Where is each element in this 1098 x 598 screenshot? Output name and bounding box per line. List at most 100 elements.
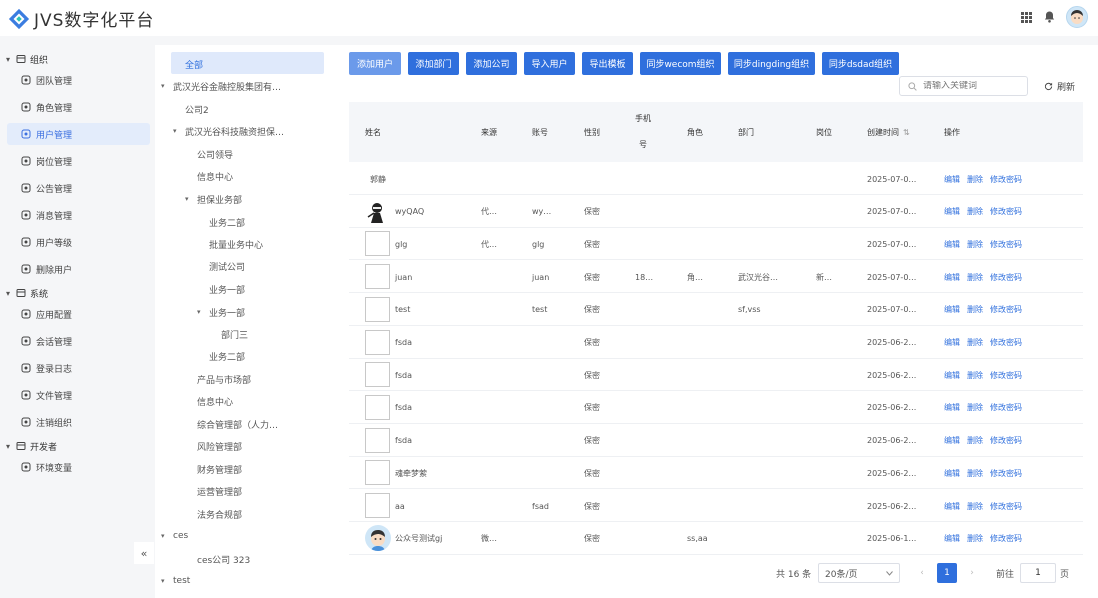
bell-icon[interactable] (1042, 10, 1056, 24)
sidebar-item-1-1[interactable]: 会话管理 (7, 330, 150, 352)
goto-page-input[interactable]: 1 (1020, 563, 1056, 583)
delete-link[interactable]: 删除 (967, 174, 983, 185)
delete-link[interactable]: 删除 (967, 370, 983, 381)
sidebar-item-0-4[interactable]: 公告管理 (7, 177, 150, 199)
change-password-link[interactable]: 修改密码 (990, 174, 1022, 185)
tree-node-6[interactable]: ▾ 担保业务部 (185, 190, 242, 208)
prev-page-button[interactable]: ‹ (912, 563, 932, 583)
app-logo[interactable]: JVS数字化平台 (8, 6, 154, 31)
change-password-link[interactable]: 修改密码 (990, 337, 1022, 348)
sync-dsdad-button[interactable]: 同步dsdad组织 (822, 52, 899, 75)
tree-node-17[interactable]: 风险管理部 (197, 437, 242, 455)
tree-node-22[interactable]: ces公司 323 (197, 550, 250, 568)
sidebar-item-0-6[interactable]: 用户等级 (7, 231, 150, 253)
page-size-select[interactable]: 20条/页 (818, 563, 900, 583)
edit-link[interactable]: 编辑 (944, 174, 960, 185)
change-password-link[interactable]: 修改密码 (990, 206, 1022, 217)
apps-grid-icon[interactable] (1019, 10, 1033, 24)
tree-expand-icon[interactable]: ▾ (197, 308, 209, 316)
edit-link[interactable]: 编辑 (944, 239, 960, 250)
delete-link[interactable]: 删除 (967, 337, 983, 348)
edit-link[interactable]: 编辑 (944, 435, 960, 446)
sidebar-item-0-5[interactable]: 消息管理 (7, 204, 150, 226)
collapse-sidebar-button[interactable]: « (134, 542, 154, 564)
sync-dingding-button[interactable]: 同步dingding组织 (728, 52, 815, 75)
change-password-link[interactable]: 修改密码 (990, 370, 1022, 381)
change-password-link[interactable]: 修改密码 (990, 533, 1022, 544)
tree-node-15[interactable]: 信息中心 (197, 392, 233, 410)
change-password-link[interactable]: 修改密码 (990, 468, 1022, 479)
tree-node-8[interactable]: 批量业务中心 (209, 235, 263, 253)
tree-node-4[interactable]: 公司领导 (197, 145, 233, 163)
edit-link[interactable]: 编辑 (944, 501, 960, 512)
change-password-link[interactable]: 修改密码 (990, 435, 1022, 446)
sort-icon[interactable]: ⇅ (903, 128, 910, 137)
edit-link[interactable]: 编辑 (944, 337, 960, 348)
change-password-link[interactable]: 修改密码 (990, 304, 1022, 315)
sync-wecom-button[interactable]: 同步wecom组织 (640, 52, 721, 75)
tree-node-16[interactable]: 综合管理部（人力… (197, 415, 278, 433)
tree-node-2[interactable]: 公司2 (185, 100, 209, 118)
edit-link[interactable]: 编辑 (944, 272, 960, 283)
tree-expand-icon[interactable]: ▾ (185, 195, 197, 203)
tree-node-13[interactable]: 业务二部 (209, 347, 245, 365)
add-user-button[interactable]: 添加用户 (349, 52, 401, 75)
sidebar-item-0-3[interactable]: 岗位管理 (7, 150, 150, 172)
sidebar-item-0-0[interactable]: 团队管理 (7, 69, 150, 91)
delete-link[interactable]: 删除 (967, 468, 983, 479)
tree-node-23[interactable]: ▾ test (161, 572, 190, 590)
delete-link[interactable]: 删除 (967, 435, 983, 446)
tree-node-11[interactable]: ▾ 业务一部 (197, 303, 245, 321)
sidebar-group-1[interactable]: ▾ 系统 (0, 284, 48, 302)
sidebar-item-1-0[interactable]: 应用配置 (7, 303, 150, 325)
add-company-button[interactable]: 添加公司 (466, 52, 517, 75)
import-users-button[interactable]: 导入用户 (524, 52, 575, 75)
table-header-cell[interactable]: 创建时间 ⇅ (867, 102, 910, 162)
delete-link[interactable]: 删除 (967, 501, 983, 512)
change-password-link[interactable]: 修改密码 (990, 239, 1022, 250)
sidebar-item-0-7[interactable]: 删除用户 (7, 258, 150, 280)
tree-node-12[interactable]: 部门三 (221, 325, 248, 343)
next-page-button[interactable]: › (962, 563, 982, 583)
edit-link[interactable]: 编辑 (944, 402, 960, 413)
tree-expand-icon[interactable]: ▾ (161, 82, 173, 90)
user-avatar[interactable] (1066, 6, 1088, 28)
sidebar-item-1-4[interactable]: 注销组织 (7, 411, 150, 433)
tree-node-3[interactable]: ▾ 武汉光谷科技融资担保… (173, 122, 284, 140)
delete-link[interactable]: 删除 (967, 272, 983, 283)
tree-expand-icon[interactable]: ▾ (173, 127, 185, 135)
delete-link[interactable]: 删除 (967, 402, 983, 413)
refresh-button[interactable]: 刷新 (1044, 78, 1075, 94)
sidebar-group-0[interactable]: ▾ 组织 (0, 50, 48, 68)
sidebar-item-0-2[interactable]: 用户管理 (7, 123, 150, 145)
tree-expand-icon[interactable]: ▾ (161, 577, 173, 585)
tree-node-1[interactable]: ▾ 武汉光谷金融控股集团有… (161, 77, 281, 95)
tree-node-7[interactable]: 业务二部 (209, 213, 245, 231)
change-password-link[interactable]: 修改密码 (990, 272, 1022, 283)
edit-link[interactable]: 编辑 (944, 206, 960, 217)
sidebar-group-2[interactable]: ▾ 开发者 (0, 437, 57, 455)
edit-link[interactable]: 编辑 (944, 468, 960, 479)
tree-expand-icon[interactable]: ▾ (161, 532, 173, 540)
tree-node-19[interactable]: 运营管理部 (197, 482, 242, 500)
tree-node-14[interactable]: 产品与市场部 (197, 370, 251, 388)
sidebar-item-2-0[interactable]: 环境变量 (7, 456, 150, 478)
delete-link[interactable]: 删除 (967, 239, 983, 250)
change-password-link[interactable]: 修改密码 (990, 402, 1022, 413)
change-password-link[interactable]: 修改密码 (990, 501, 1022, 512)
tree-node-5[interactable]: 信息中心 (197, 167, 233, 185)
sidebar-item-1-3[interactable]: 文件管理 (7, 384, 150, 406)
tree-node-21[interactable]: ▾ ces (161, 527, 188, 545)
sidebar-item-0-1[interactable]: 角色管理 (7, 96, 150, 118)
add-dept-button[interactable]: 添加部门 (408, 52, 459, 75)
delete-link[interactable]: 删除 (967, 304, 983, 315)
tree-node-20[interactable]: 法务合规部 (197, 505, 242, 523)
tree-node-0[interactable]: 全部 (185, 55, 203, 73)
edit-link[interactable]: 编辑 (944, 533, 960, 544)
delete-link[interactable]: 删除 (967, 206, 983, 217)
edit-link[interactable]: 编辑 (944, 370, 960, 381)
tree-node-9[interactable]: 测试公司 (209, 257, 245, 275)
sidebar-item-1-2[interactable]: 登录日志 (7, 357, 150, 379)
edit-link[interactable]: 编辑 (944, 304, 960, 315)
current-page-button[interactable]: 1 (937, 563, 957, 583)
